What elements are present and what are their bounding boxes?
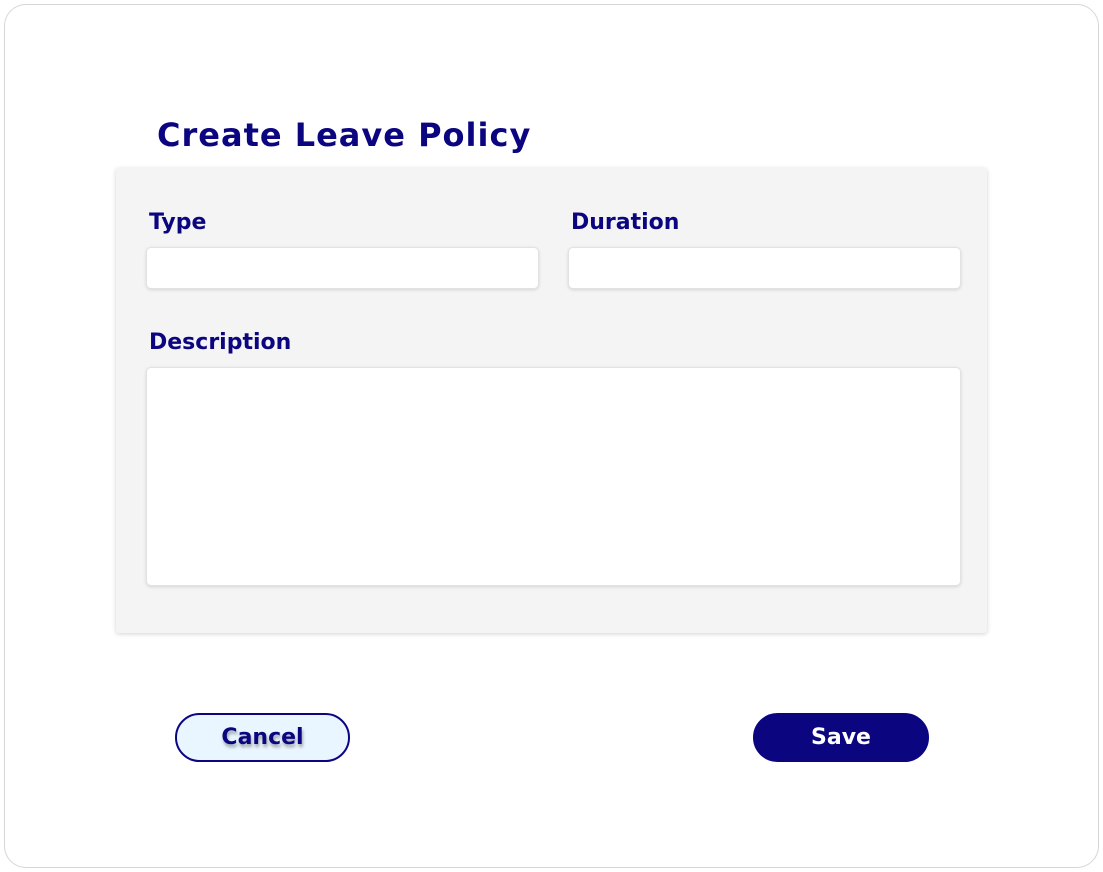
save-button[interactable]: Save (753, 713, 929, 762)
description-label: Description (149, 330, 292, 355)
type-label: Type (149, 210, 207, 235)
duration-input[interactable] (568, 247, 961, 289)
cancel-button[interactable]: Cancel (175, 713, 350, 762)
description-textarea[interactable] (146, 367, 961, 586)
type-input[interactable] (146, 247, 539, 289)
duration-label: Duration (571, 210, 680, 235)
page-title: Create Leave Policy (157, 116, 532, 154)
